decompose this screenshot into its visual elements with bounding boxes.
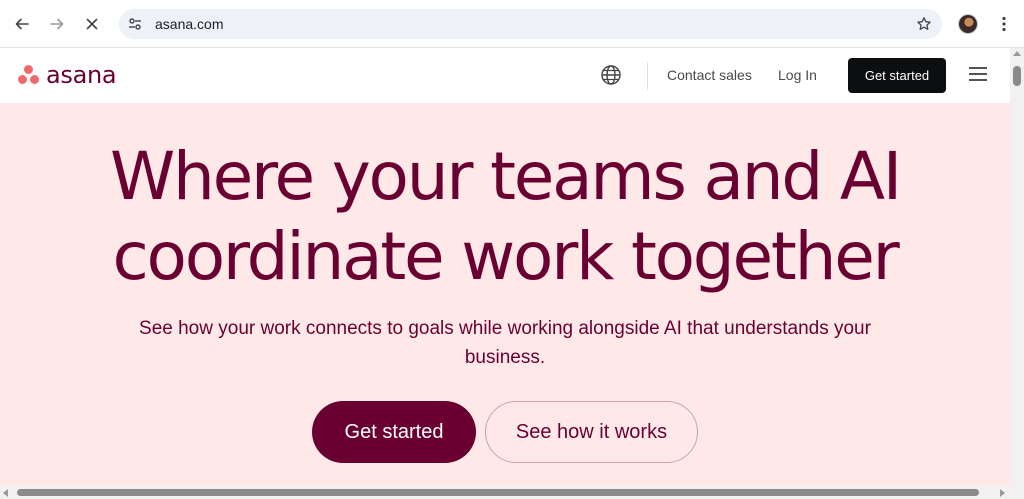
header-divider [647,62,648,90]
horizontal-scroll-thumb[interactable] [17,489,979,496]
hero-get-started-button[interactable]: Get started [312,401,476,463]
back-button[interactable] [10,12,34,36]
arrow-left-icon [15,18,29,30]
scroll-left-arrow-icon[interactable] [3,489,8,497]
hero-title: Where your teams and AI coordinate work … [0,137,1010,297]
scroll-right-arrow-icon[interactable] [1000,489,1005,497]
hero-subtitle: See how your work connects to goals whil… [139,318,871,368]
url-text[interactable]: asana.com [155,16,223,32]
vertical-scroll-thumb[interactable] [1013,66,1021,86]
logo-dots-icon [16,64,42,86]
profile-avatar[interactable] [958,14,978,34]
contact-sales-link[interactable]: Contact sales [667,67,752,83]
bookmark-button[interactable] [914,14,934,34]
log-in-link[interactable]: Log In [778,67,817,83]
close-icon [86,18,98,30]
hero-title-line-1: Where your teams and AI [109,138,902,215]
address-bar[interactable]: asana.com [119,9,942,39]
logo-text: asana [46,61,117,89]
stop-loading-button[interactable] [80,12,104,36]
header-get-started-button[interactable]: Get started [848,58,946,93]
more-vertical-icon [1002,16,1006,32]
see-how-it-works-button[interactable]: See how it works [485,401,698,463]
asana-logo[interactable]: asana [16,61,117,89]
arrow-right-icon [50,18,64,30]
hero-section: Where your teams and AI coordinate work … [0,103,1010,486]
hamburger-icon[interactable] [969,67,989,83]
forward-button[interactable] [45,12,69,36]
scroll-up-arrow-icon[interactable] [1013,51,1021,56]
horizontal-scrollbar[interactable] [0,486,1024,499]
hero-title-line-2: coordinate work together [112,218,899,295]
browser-toolbar: asana.com [0,0,1024,48]
globe-icon [601,65,621,85]
language-button[interactable] [600,64,624,88]
star-icon [917,17,931,30]
site-header: asana Contact sales Log In Get started [0,48,1010,103]
vertical-scrollbar[interactable] [1010,48,1024,486]
site-info-button[interactable] [125,14,145,34]
tune-icon [129,18,141,30]
browser-menu-button[interactable] [994,14,1014,34]
